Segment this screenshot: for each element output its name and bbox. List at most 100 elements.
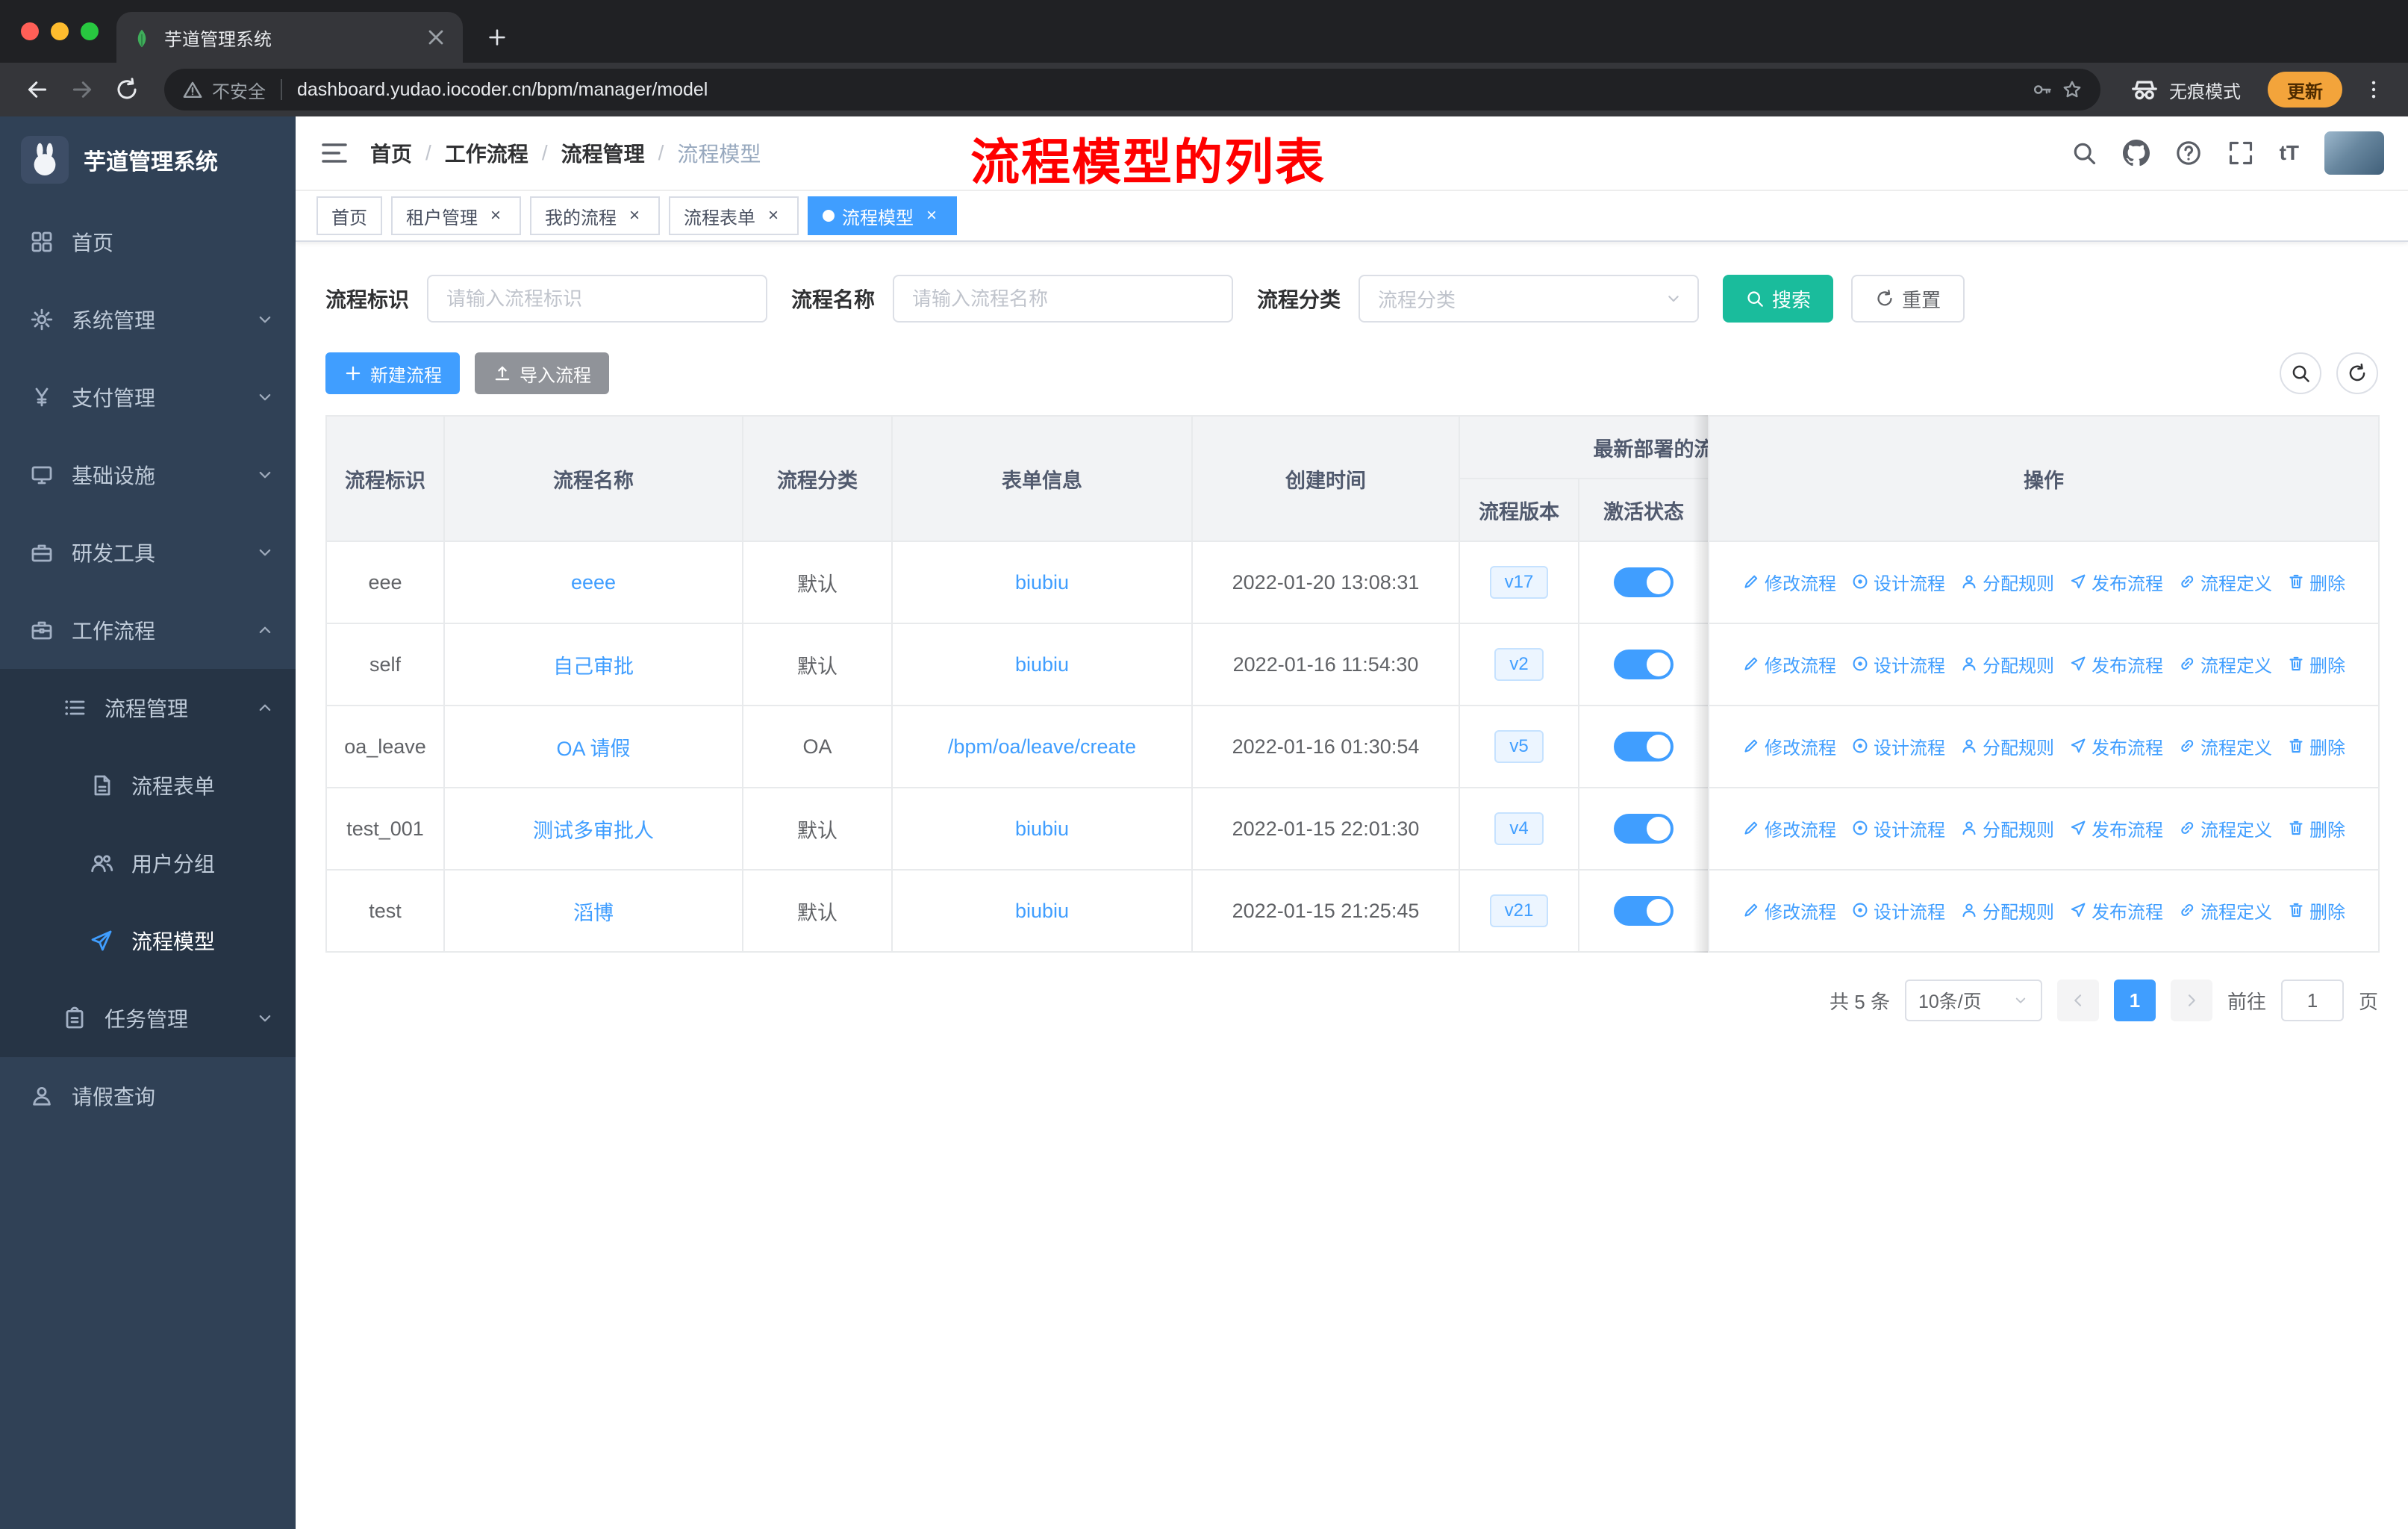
action-link[interactable]: 删除 [2287, 651, 2345, 677]
bookmark-star-icon[interactable] [2062, 79, 2083, 100]
fullscreen-icon[interactable] [2227, 140, 2254, 166]
active-toggle[interactable] [1614, 732, 1674, 762]
action-link[interactable]: 流程定义 [2178, 897, 2272, 924]
action-link[interactable]: 分配规则 [1960, 651, 2054, 677]
action-link[interactable]: 修改流程 [1742, 897, 1836, 924]
action-link[interactable]: 发布流程 [2069, 569, 2163, 595]
tags-view-tab[interactable]: 我的流程 × [530, 196, 660, 235]
form-info-link[interactable]: biubiu [1015, 653, 1069, 676]
action-link[interactable]: 发布流程 [2069, 815, 2163, 841]
password-key-icon[interactable] [2032, 79, 2053, 100]
action-link[interactable]: 修改流程 [1742, 815, 1836, 841]
tag-close-icon[interactable]: × [763, 205, 784, 226]
help-icon[interactable] [2175, 140, 2202, 166]
action-link[interactable]: 设计流程 [1851, 651, 1945, 677]
category-select[interactable]: 流程分类 [1359, 275, 1700, 323]
form-info-link[interactable]: biubiu [1015, 900, 1069, 922]
breadcrumb-item[interactable]: 流程模型 [677, 138, 761, 168]
process-name-link[interactable]: OA 请假 [556, 738, 630, 760]
action-link[interactable]: 修改流程 [1742, 569, 1836, 595]
hamburger-icon[interactable] [319, 138, 349, 168]
action-link[interactable]: 发布流程 [2069, 651, 2163, 677]
sidebar-item-研发工具[interactable]: 研发工具 [0, 514, 296, 591]
import-process-button[interactable]: 导入流程 [475, 352, 609, 394]
action-link[interactable]: 删除 [2287, 569, 2345, 595]
form-info-link[interactable]: biubiu [1015, 571, 1069, 594]
search-button[interactable]: 搜索 [1723, 275, 1834, 323]
browser-menu-dots-icon[interactable] [2357, 73, 2390, 106]
active-toggle[interactable] [1614, 567, 1674, 597]
sidebar-item-流程表单[interactable]: 流程表单 [0, 747, 296, 824]
close-window-button[interactable] [21, 22, 39, 40]
zoom-window-button[interactable] [81, 22, 99, 40]
process-name-input[interactable] [893, 275, 1234, 323]
process-key-input[interactable] [427, 275, 768, 323]
address-bar[interactable]: 不安全 dashboard.yudao.iocoder.cn/bpm/manag… [164, 69, 2100, 110]
forward-icon[interactable] [63, 70, 102, 109]
action-link[interactable]: 设计流程 [1851, 569, 1945, 595]
browser-tab[interactable]: 芋道管理系统 [116, 12, 463, 63]
tag-close-icon[interactable]: × [921, 205, 942, 226]
next-page-button[interactable] [2170, 980, 2212, 1021]
page-number[interactable]: 1 [2113, 980, 2156, 1021]
tags-view-tab[interactable]: 租户管理 × [391, 196, 521, 235]
action-link[interactable]: 流程定义 [2178, 651, 2272, 677]
back-icon[interactable] [18, 70, 57, 109]
breadcrumb-item[interactable]: 工作流程 / [445, 138, 548, 168]
action-link[interactable]: 设计流程 [1851, 815, 1945, 841]
github-icon[interactable] [2122, 140, 2150, 166]
sidebar-item-系统管理[interactable]: 系统管理 [0, 281, 296, 358]
action-link[interactable]: 流程定义 [2178, 569, 2272, 595]
sidebar-item-任务管理[interactable]: 任务管理 [0, 980, 296, 1057]
reset-button[interactable]: 重置 [1851, 275, 1965, 323]
active-toggle[interactable] [1614, 896, 1674, 926]
sidebar-item-工作流程[interactable]: 工作流程 [0, 591, 296, 669]
action-link[interactable]: 流程定义 [2178, 733, 2272, 759]
tags-view-tab[interactable]: 流程表单 × [669, 196, 799, 235]
tags-view-tab[interactable]: 流程模型 × [808, 196, 957, 235]
action-link[interactable]: 分配规则 [1960, 815, 2054, 841]
minimize-window-button[interactable] [51, 22, 69, 40]
action-link[interactable]: 分配规则 [1960, 897, 2054, 924]
action-link[interactable]: 设计流程 [1851, 733, 1945, 759]
reload-icon[interactable] [107, 70, 146, 109]
action-link[interactable]: 删除 [2287, 897, 2345, 924]
tab-close-icon[interactable] [424, 25, 448, 49]
action-link[interactable]: 删除 [2287, 733, 2345, 759]
sidebar-item-支付管理[interactable]: 支付管理 [0, 358, 296, 436]
action-link[interactable]: 修改流程 [1742, 733, 1836, 759]
goto-page-input[interactable] [2280, 980, 2344, 1021]
toggle-search-button[interactable] [2280, 352, 2321, 394]
tags-view-tab[interactable]: 首页 [316, 196, 382, 235]
process-name-link[interactable]: 测试多审批人 [533, 820, 654, 842]
process-name-link[interactable]: 自己审批 [553, 655, 634, 678]
action-link[interactable]: 设计流程 [1851, 897, 1945, 924]
action-link[interactable]: 分配规则 [1960, 733, 2054, 759]
update-button[interactable]: 更新 [2268, 72, 2342, 108]
sidebar-item-流程模型[interactable]: 流程模型 [0, 902, 296, 980]
new-tab-button[interactable] [478, 18, 517, 57]
process-name-link[interactable]: 滔博 [573, 902, 614, 924]
form-info-link[interactable]: /bpm/oa/leave/create [948, 735, 1136, 758]
search-icon[interactable] [2071, 140, 2097, 166]
tag-close-icon[interactable]: × [485, 205, 506, 226]
action-link[interactable]: 删除 [2287, 815, 2345, 841]
breadcrumb-item[interactable]: 流程管理 / [561, 138, 664, 168]
sidebar-item-用户分组[interactable]: 用户分组 [0, 824, 296, 902]
sidebar-item-请假查询[interactable]: 请假查询 [0, 1057, 296, 1135]
action-link[interactable]: 发布流程 [2069, 733, 2163, 759]
action-link[interactable]: 分配规则 [1960, 569, 2054, 595]
active-toggle[interactable] [1614, 650, 1674, 679]
breadcrumb-item[interactable]: 首页 / [370, 138, 431, 168]
sidebar-item-基础设施[interactable]: 基础设施 [0, 436, 296, 514]
action-link[interactable]: 发布流程 [2069, 897, 2163, 924]
font-size-icon[interactable]: tT [2280, 141, 2299, 165]
form-info-link[interactable]: biubiu [1015, 818, 1069, 840]
create-process-button[interactable]: 新建流程 [325, 352, 460, 394]
refresh-table-button[interactable] [2336, 352, 2378, 394]
avatar[interactable] [2324, 131, 2384, 175]
sidebar-item-首页[interactable]: 首页 [0, 203, 296, 281]
prev-page-button[interactable] [2056, 980, 2099, 1021]
action-link[interactable]: 修改流程 [1742, 651, 1836, 677]
tag-close-icon[interactable]: × [624, 205, 645, 226]
